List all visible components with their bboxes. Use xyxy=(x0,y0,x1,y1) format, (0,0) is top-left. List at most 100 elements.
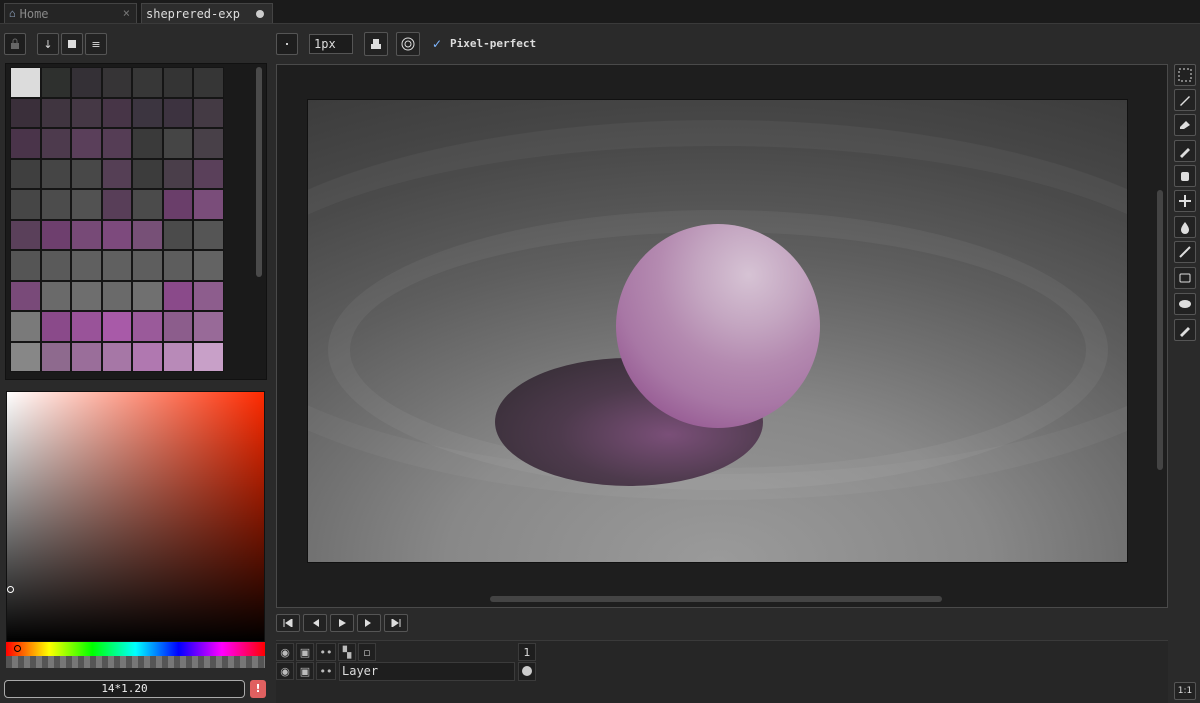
move-icon[interactable] xyxy=(1174,190,1196,212)
hue-handle[interactable] xyxy=(14,645,21,652)
palette-swatch[interactable] xyxy=(132,97,163,128)
layer-name[interactable]: Layer xyxy=(339,662,515,681)
new-layer-icon[interactable]: ▫ xyxy=(358,643,376,661)
vertical-scrollbar[interactable] xyxy=(1157,190,1163,470)
last-frame-icon[interactable] xyxy=(384,614,408,632)
palette-swatch[interactable] xyxy=(162,158,193,189)
palette-swatch[interactable] xyxy=(40,311,71,342)
prev-frame-icon[interactable] xyxy=(303,614,327,632)
palette-swatch[interactable] xyxy=(193,341,224,372)
picker-handle[interactable] xyxy=(7,586,14,593)
palette-swatch[interactable] xyxy=(132,128,163,159)
rectangle-icon[interactable] xyxy=(1174,267,1196,289)
layer-visibility-icon[interactable]: ◉ xyxy=(276,662,294,680)
visibility-icon[interactable]: ◉ xyxy=(276,643,294,661)
alpha-slider[interactable] xyxy=(6,656,265,668)
palette-swatch[interactable] xyxy=(193,250,224,281)
palette-swatch[interactable] xyxy=(71,280,102,311)
palette-swatch[interactable] xyxy=(132,219,163,250)
palette-swatch[interactable] xyxy=(40,219,71,250)
palette-swatch[interactable] xyxy=(162,311,193,342)
pencil-icon[interactable] xyxy=(1174,89,1196,111)
pressure-icon[interactable] xyxy=(396,32,420,56)
palette-swatch[interactable] xyxy=(71,250,102,281)
palette-swatch[interactable] xyxy=(101,128,132,159)
palette-swatch[interactable] xyxy=(162,280,193,311)
palette-swatch[interactable] xyxy=(71,219,102,250)
palette-swatch[interactable] xyxy=(71,341,102,372)
next-frame-icon[interactable] xyxy=(357,614,381,632)
tab-home[interactable]: ⌂ Home × xyxy=(4,3,137,23)
palette-swatch[interactable] xyxy=(101,280,132,311)
layer-lock-icon[interactable]: ▣ xyxy=(296,662,314,680)
palette-swatch[interactable] xyxy=(71,311,102,342)
palette-swatch[interactable] xyxy=(10,219,41,250)
palette-swatch[interactable] xyxy=(101,189,132,220)
palette-swatch[interactable] xyxy=(40,189,71,220)
tab-file[interactable]: sheprered-exp xyxy=(141,3,273,23)
palette-swatch[interactable] xyxy=(10,158,41,189)
brush-size-field[interactable]: 1px xyxy=(309,34,353,54)
palette-swatch[interactable] xyxy=(162,128,193,159)
palette-swatch[interactable] xyxy=(162,341,193,372)
palette-import-button[interactable]: ↓ xyxy=(37,33,59,55)
palette-scrollbar[interactable] xyxy=(256,67,262,277)
palette-swatch[interactable] xyxy=(162,189,193,220)
marquee-icon[interactable] xyxy=(1174,64,1196,86)
palette-swatch[interactable] xyxy=(193,67,224,98)
shading-icon[interactable] xyxy=(1174,319,1196,341)
palette-swatch[interactable] xyxy=(193,219,224,250)
ink-icon[interactable] xyxy=(364,32,388,56)
fill-bucket-icon[interactable] xyxy=(1174,216,1196,238)
palette-swatch[interactable] xyxy=(40,67,71,98)
palette-swatch[interactable] xyxy=(101,67,132,98)
line-icon[interactable] xyxy=(1174,241,1196,263)
horizontal-scrollbar[interactable] xyxy=(490,596,942,602)
eraser-icon[interactable] xyxy=(1174,114,1196,136)
palette-swatch[interactable] xyxy=(40,97,71,128)
palette-swatch[interactable] xyxy=(71,128,102,159)
frame-number[interactable]: 1 xyxy=(518,643,536,661)
color-value-field[interactable]: 14*1.20 xyxy=(4,680,245,698)
palette-swatch[interactable] xyxy=(40,158,71,189)
palette-swatch[interactable] xyxy=(101,158,132,189)
palette-swatch[interactable] xyxy=(40,341,71,372)
first-frame-icon[interactable] xyxy=(276,614,300,632)
hue-slider[interactable] xyxy=(6,642,265,656)
ellipse-icon[interactable] xyxy=(1174,293,1196,315)
palette-swatch[interactable] xyxy=(10,97,41,128)
palette-swatch[interactable] xyxy=(10,67,41,98)
palette-swatch[interactable] xyxy=(40,128,71,159)
palette-swatch[interactable] xyxy=(132,280,163,311)
palette-swatch[interactable] xyxy=(132,311,163,342)
palette-swatch[interactable] xyxy=(101,97,132,128)
zoom-reset-button[interactable]: 1:1 xyxy=(1174,682,1196,700)
palette-swatch[interactable] xyxy=(101,311,132,342)
palette-swatch[interactable] xyxy=(193,158,224,189)
saturation-value-picker[interactable] xyxy=(6,391,265,642)
palette-menu-button[interactable]: ≡ xyxy=(85,33,107,55)
brush-shape-button[interactable] xyxy=(276,33,298,55)
palette-swatch[interactable] xyxy=(71,189,102,220)
palette-swatch[interactable] xyxy=(101,219,132,250)
palette-save-button[interactable] xyxy=(61,33,83,55)
palette-swatch[interactable] xyxy=(71,158,102,189)
palette-swatch[interactable] xyxy=(162,97,193,128)
continuous-icon[interactable]: •• xyxy=(316,643,336,661)
palette-swatch[interactable] xyxy=(132,67,163,98)
palette-swatch[interactable] xyxy=(71,97,102,128)
sprite-canvas[interactable] xyxy=(307,99,1128,563)
palette-swatch[interactable] xyxy=(193,189,224,220)
palette-swatch[interactable] xyxy=(10,311,41,342)
palette-swatch[interactable] xyxy=(132,158,163,189)
pixel-perfect-checkbox[interactable]: ✓ xyxy=(432,38,444,50)
play-icon[interactable] xyxy=(330,614,354,632)
palette-swatch[interactable] xyxy=(193,311,224,342)
palette-swatch[interactable] xyxy=(10,189,41,220)
palette-swatch[interactable] xyxy=(40,250,71,281)
palette-swatch[interactable] xyxy=(132,250,163,281)
palette-swatch[interactable] xyxy=(10,250,41,281)
lock-icon[interactable] xyxy=(4,33,26,55)
palette-swatch[interactable] xyxy=(162,67,193,98)
palette-swatch[interactable] xyxy=(40,280,71,311)
